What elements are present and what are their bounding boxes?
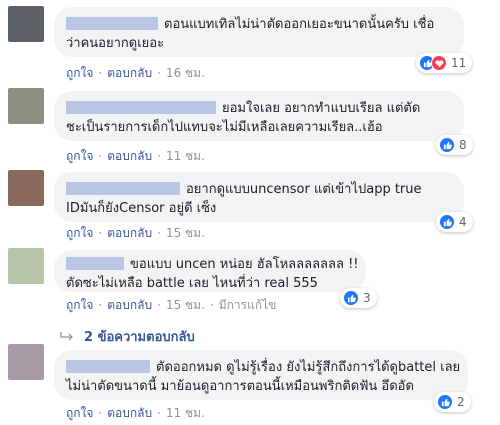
timestamp[interactable]: 16 ชม. bbox=[166, 66, 205, 80]
reply-button[interactable]: ตอบกลับ bbox=[107, 406, 152, 420]
avatar[interactable] bbox=[8, 344, 44, 380]
reaction-count: 11 bbox=[451, 56, 467, 70]
comment-actions: ถูกใจ · ตอบกลับ · 11 ชม. bbox=[66, 406, 205, 420]
comment-bubble: ตอนแบทเทิลไม่น่าตัดออกเยอะขนาดนั้นครับ เ… bbox=[54, 7, 464, 57]
comment-actions: ถูกใจ · ตอบกลับ · 11 ชม. bbox=[66, 149, 205, 163]
like-button[interactable]: ถูกใจ bbox=[66, 66, 93, 80]
replies-count-label[interactable]: 2 ข้อความตอบกลับ bbox=[84, 326, 195, 347]
author-name-redacted[interactable] bbox=[66, 257, 124, 270]
reaction-count: 3 bbox=[363, 291, 371, 305]
reaction-summary[interactable]: 8 bbox=[436, 135, 473, 155]
reaction-summary[interactable]: 4 bbox=[436, 212, 473, 232]
comment-actions: ถูกใจ · ตอบกลับ · 16 ชม. bbox=[66, 66, 205, 80]
comment-text-line: ตอนแบทเทิลไม่น่าตัดออกเยอะขนาดนั้นครับ เ… bbox=[164, 17, 435, 32]
reply-button[interactable]: ตอบกลับ bbox=[107, 226, 152, 240]
like-icon bbox=[437, 394, 453, 410]
comment-bubble: ขอแบบ uncen หน่อย ฮัลโหลลลลลลล !! ตัดซะไ… bbox=[54, 250, 366, 292]
author-name-redacted[interactable] bbox=[66, 360, 150, 373]
comment-actions: ถูกใจ · ตอบกลับ · 15 ชม. bbox=[66, 226, 205, 240]
like-button[interactable]: ถูกใจ bbox=[66, 149, 93, 163]
comment-text-line: ชะเป็นรายการเด็กไปแทบจะไม่มีเหลือเลยความ… bbox=[66, 120, 383, 135]
avatar[interactable] bbox=[8, 6, 44, 42]
timestamp[interactable]: 15 ชม. bbox=[166, 226, 205, 240]
reply-button[interactable]: ตอบกลับ bbox=[107, 298, 152, 312]
reaction-summary[interactable]: 11 bbox=[416, 53, 473, 73]
love-icon bbox=[431, 55, 447, 71]
comment-text-line: ตัดออกหมด ดูไม่รู้เรื่อง ยังไม่รู้สึกถึง… bbox=[156, 360, 461, 375]
comment-text-line: ไม่น่าตัดขนาดนี้ มาย้อนดูอาการตอนนี้เหมื… bbox=[66, 379, 414, 394]
comment-text-line: ขอแบบ uncen หน่อย ฮัลโหลลลลลลล !! bbox=[130, 257, 359, 272]
reply-button[interactable]: ตอบกลับ bbox=[107, 149, 152, 163]
like-button[interactable]: ถูกใจ bbox=[66, 406, 93, 420]
like-icon bbox=[343, 290, 359, 306]
timestamp[interactable]: 11 ชม. bbox=[166, 149, 205, 163]
comment-text-line: ตัดซะไม่เหลือ battle เลย ไหนที่ว่า real … bbox=[66, 276, 318, 291]
author-name-redacted[interactable] bbox=[66, 182, 180, 195]
edited-label[interactable]: มีการแก้ไข bbox=[219, 298, 277, 312]
avatar[interactable] bbox=[8, 170, 44, 206]
timestamp[interactable]: 15 ชม. bbox=[166, 298, 205, 312]
reply-button[interactable]: ตอบกลับ bbox=[107, 66, 152, 80]
comment-bubble: อยากดูแบบuncensor แต่เข้าไปapp true IDมั… bbox=[54, 172, 464, 222]
comment-bubble: ตัดออกหมด ดูไม่รู้เรื่อง ยังไม่รู้สึกถึง… bbox=[54, 350, 468, 400]
reaction-count: 8 bbox=[459, 138, 467, 152]
timestamp[interactable]: 11 ชม. bbox=[166, 406, 205, 420]
like-button[interactable]: ถูกใจ bbox=[66, 298, 93, 312]
like-icon bbox=[439, 214, 455, 230]
comment-text-line: ว่าคนอยากดูเยอะ bbox=[66, 36, 165, 51]
author-name-redacted[interactable] bbox=[66, 17, 158, 30]
comment-actions: ถูกใจ · ตอบกลับ · 15 ชม. · มีการแก้ไข bbox=[66, 298, 277, 312]
reply-arrow-icon bbox=[60, 331, 73, 340]
avatar[interactable] bbox=[8, 248, 44, 284]
like-icon bbox=[439, 137, 455, 153]
comment-bubble: ยอมใจเลย อยากทำแบบเรียล แต่ตัด ชะเป็นราย… bbox=[54, 91, 464, 141]
like-button[interactable]: ถูกใจ bbox=[66, 226, 93, 240]
author-name-redacted[interactable] bbox=[66, 101, 216, 114]
comment-text-line: ยอมใจเลย อยากทำแบบเรียล แต่ตัด bbox=[222, 101, 421, 116]
reaction-count: 2 bbox=[457, 395, 465, 409]
comment-text-line: อยากดูแบบuncensor แต่เข้าไปapp true bbox=[186, 182, 422, 197]
reaction-summary[interactable]: 3 bbox=[340, 288, 377, 308]
comment-text-line: IDมันก็ยังCensor อยู่ดี เซ็ง bbox=[66, 201, 217, 216]
view-replies-link[interactable]: 2 ข้อความตอบกลับ bbox=[60, 326, 195, 347]
reaction-summary[interactable]: 2 bbox=[434, 392, 471, 412]
reaction-count: 4 bbox=[459, 215, 467, 229]
avatar[interactable] bbox=[8, 88, 44, 124]
